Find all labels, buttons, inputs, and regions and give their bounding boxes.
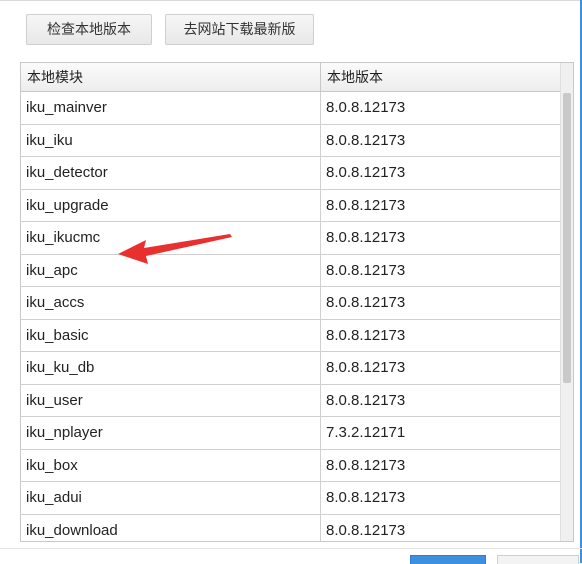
table-row[interactable]: iku_user 8.0.8.12173	[21, 384, 562, 417]
module-name-cell: iku_box	[21, 449, 321, 482]
table-row[interactable]: iku_adui 8.0.8.12173	[21, 482, 562, 515]
table-row[interactable]: iku_ikucmc 8.0.8.12173	[21, 222, 562, 255]
module-version-cell: 8.0.8.12173	[326, 294, 406, 311]
table-row[interactable]: iku_download 8.0.8.12173	[21, 514, 562, 541]
table-row[interactable]: iku_detector 8.0.8.12173	[21, 157, 562, 190]
vertical-scrollbar[interactable]	[560, 63, 573, 541]
module-version-cell: 8.0.8.12173	[326, 456, 406, 474]
module-name-cell: iku_basic	[21, 319, 321, 352]
module-version-cell: 7.3.2.12171	[326, 424, 406, 441]
table-row[interactable]: iku_apc 8.0.8.12173	[21, 254, 562, 287]
footer-divider	[0, 548, 582, 549]
download-latest-button[interactable]: 去网站下载最新版	[165, 14, 314, 45]
module-version-cell: 8.0.8.12173	[326, 359, 406, 376]
column-header-version[interactable]: 本地版本	[321, 63, 562, 91]
annotation-arrow-icon	[118, 234, 232, 264]
scrollbar-thumb[interactable]	[563, 93, 571, 383]
table-body: iku_mainver 8.0.8.12173 iku_iku 8.0.8.12173…	[21, 92, 562, 541]
check-local-version-button[interactable]: 检查本地版本	[26, 14, 152, 45]
table-row[interactable]: iku_mainver 8.0.8.12173	[21, 92, 562, 125]
module-version-cell: 8.0.8.12173	[326, 261, 406, 279]
module-version-cell: 8.0.8.12173	[326, 521, 406, 539]
table-row[interactable]: iku_ku_db 8.0.8.12173	[21, 352, 562, 385]
table-row[interactable]: iku_upgrade 8.0.8.12173	[21, 189, 562, 222]
module-version-table: 本地模块 本地版本 iku_mainver 8.0.8.12173 iku_iku 8…	[20, 62, 574, 542]
module-name-cell: iku_download	[21, 514, 321, 541]
module-version-cell: 8.0.8.12173	[326, 391, 406, 409]
module-name-cell: iku_adui	[21, 482, 321, 514]
module-name-cell: iku_upgrade	[21, 189, 321, 222]
table-row[interactable]: iku_box 8.0.8.12173	[21, 449, 562, 482]
module-version-cell: 8.0.8.12173	[326, 99, 406, 116]
module-name-cell: iku_nplayer	[21, 417, 321, 449]
table-row[interactable]: iku_accs 8.0.8.12173	[21, 287, 562, 320]
module-name-cell: iku_detector	[21, 157, 321, 189]
module-version-cell: 8.0.8.12173	[326, 164, 406, 181]
module-version-cell: 8.0.8.12173	[326, 131, 406, 149]
table-header: 本地模块 本地版本	[21, 63, 562, 92]
module-version-cell: 8.0.8.12173	[326, 196, 406, 214]
module-version-cell: 8.0.8.12173	[326, 489, 406, 506]
module-name-cell: iku_user	[21, 384, 321, 417]
module-name-cell: iku_iku	[21, 124, 321, 157]
table-row[interactable]: iku_basic 8.0.8.12173	[21, 319, 562, 352]
window-top-border	[0, 0, 582, 1]
module-name-cell: iku_accs	[21, 287, 321, 319]
table-row[interactable]: iku_nplayer 7.3.2.12171	[21, 417, 562, 450]
annotation-arrow-shape	[118, 234, 232, 264]
module-name-cell: iku_mainver	[21, 92, 321, 124]
module-version-cell: 8.0.8.12173	[326, 326, 406, 344]
module-name-cell: iku_ku_db	[21, 352, 321, 384]
table-row[interactable]: iku_iku 8.0.8.12173	[21, 124, 562, 157]
module-version-cell: 8.0.8.12173	[326, 229, 406, 246]
column-header-module[interactable]: 本地模块	[21, 63, 321, 91]
